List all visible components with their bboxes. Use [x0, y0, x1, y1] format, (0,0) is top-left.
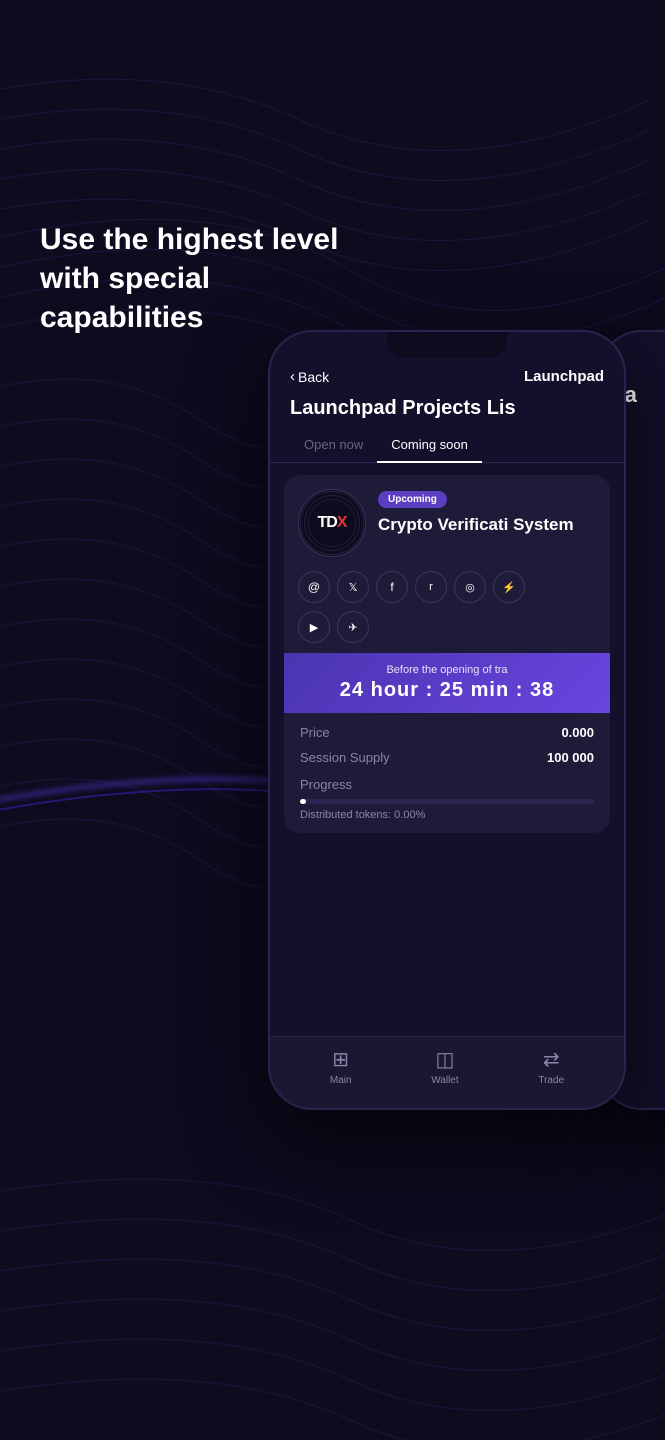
- phone-main-outer: ‹ Back Launchpad Launchpad Projects Lis …: [268, 330, 626, 1110]
- tabs-container: Open now Coming soon: [270, 430, 624, 463]
- social-row-1: @ 𝕏 f r ◎ ⚡: [284, 567, 610, 609]
- price-row: Price 0.000: [300, 725, 594, 740]
- project-info: Upcoming Crypto Verificati System: [378, 489, 596, 535]
- card-header: TDX Upcoming Crypto Verificati System: [284, 475, 610, 567]
- social-instagram-icon[interactable]: ◎: [454, 571, 486, 603]
- page-title: Launchpad Projects Lis: [270, 393, 624, 430]
- tab-coming-soon[interactable]: Coming soon: [377, 430, 482, 462]
- hero-section: Use the highest level with special capab…: [40, 220, 360, 337]
- nav-trade[interactable]: ⇄ Trade: [538, 1047, 564, 1086]
- logo-x: X: [337, 514, 347, 531]
- tab-open-now[interactable]: Open now: [290, 430, 377, 462]
- timer-banner: Before the opening of tra 24 hour : 25 m…: [284, 653, 610, 713]
- price-label: Price: [300, 725, 330, 740]
- timer-value: 24 hour : 25 min : 38: [298, 679, 596, 702]
- nav-wallet-icon: ◫: [435, 1047, 454, 1072]
- card-details: Price 0.000 Session Supply 100 000 Progr…: [284, 713, 610, 833]
- phone-notch: [387, 332, 507, 358]
- project-card: TDX Upcoming Crypto Verificati System @ …: [284, 475, 610, 833]
- phone-screen: ‹ Back Launchpad Launchpad Projects Lis …: [270, 332, 624, 1108]
- project-logo: TDX: [298, 489, 366, 557]
- progress-bar-fill: [300, 799, 306, 804]
- timer-label: Before the opening of tra: [298, 664, 596, 676]
- back-label: Back: [298, 369, 329, 385]
- session-supply-row: Session Supply 100 000: [300, 750, 594, 765]
- nav-main[interactable]: ⊞ Main: [330, 1047, 352, 1086]
- social-twitter-icon[interactable]: 𝕏: [337, 571, 369, 603]
- nav-trade-icon: ⇄: [543, 1047, 560, 1072]
- progress-label: Progress: [300, 777, 594, 792]
- nav-main-icon: ⊞: [332, 1047, 349, 1072]
- logo-text: TDX: [318, 514, 347, 532]
- progress-bar-bg: [300, 799, 594, 804]
- social-reddit-icon[interactable]: r: [415, 571, 447, 603]
- session-supply-value: 100 000: [547, 750, 594, 765]
- nav-main-label: Main: [330, 1075, 352, 1086]
- session-supply-label: Session Supply: [300, 750, 390, 765]
- social-other-icon[interactable]: ⚡: [493, 571, 525, 603]
- tab-active-indicator: [377, 461, 482, 463]
- social-telegram-icon[interactable]: ✈: [337, 611, 369, 643]
- nav-wallet-label: Wallet: [431, 1075, 458, 1086]
- bottom-nav: ⊞ Main ◫ Wallet ⇄ Trade: [270, 1036, 624, 1108]
- social-at-icon[interactable]: @: [298, 571, 330, 603]
- upcoming-badge: Upcoming: [378, 491, 447, 508]
- progress-section: Progress Distributed tokens: 0.00%: [300, 777, 594, 821]
- top-page-label: Launchpad: [524, 368, 604, 385]
- social-youtube-icon[interactable]: ▶: [298, 611, 330, 643]
- social-row-2: ▶ ✈: [284, 609, 610, 653]
- phone-main: ‹ Back Launchpad Launchpad Projects Lis …: [268, 330, 626, 1110]
- nav-trade-label: Trade: [538, 1075, 564, 1086]
- back-button[interactable]: ‹ Back: [290, 368, 329, 385]
- distributed-label: Distributed tokens: 0.00%: [300, 809, 594, 821]
- back-chevron: ‹: [290, 368, 295, 385]
- project-name: Crypto Verificati System: [378, 514, 596, 535]
- price-value: 0.000: [561, 725, 594, 740]
- social-facebook-icon[interactable]: f: [376, 571, 408, 603]
- hero-title: Use the highest level with special capab…: [40, 220, 360, 337]
- nav-wallet[interactable]: ◫ Wallet: [431, 1047, 458, 1086]
